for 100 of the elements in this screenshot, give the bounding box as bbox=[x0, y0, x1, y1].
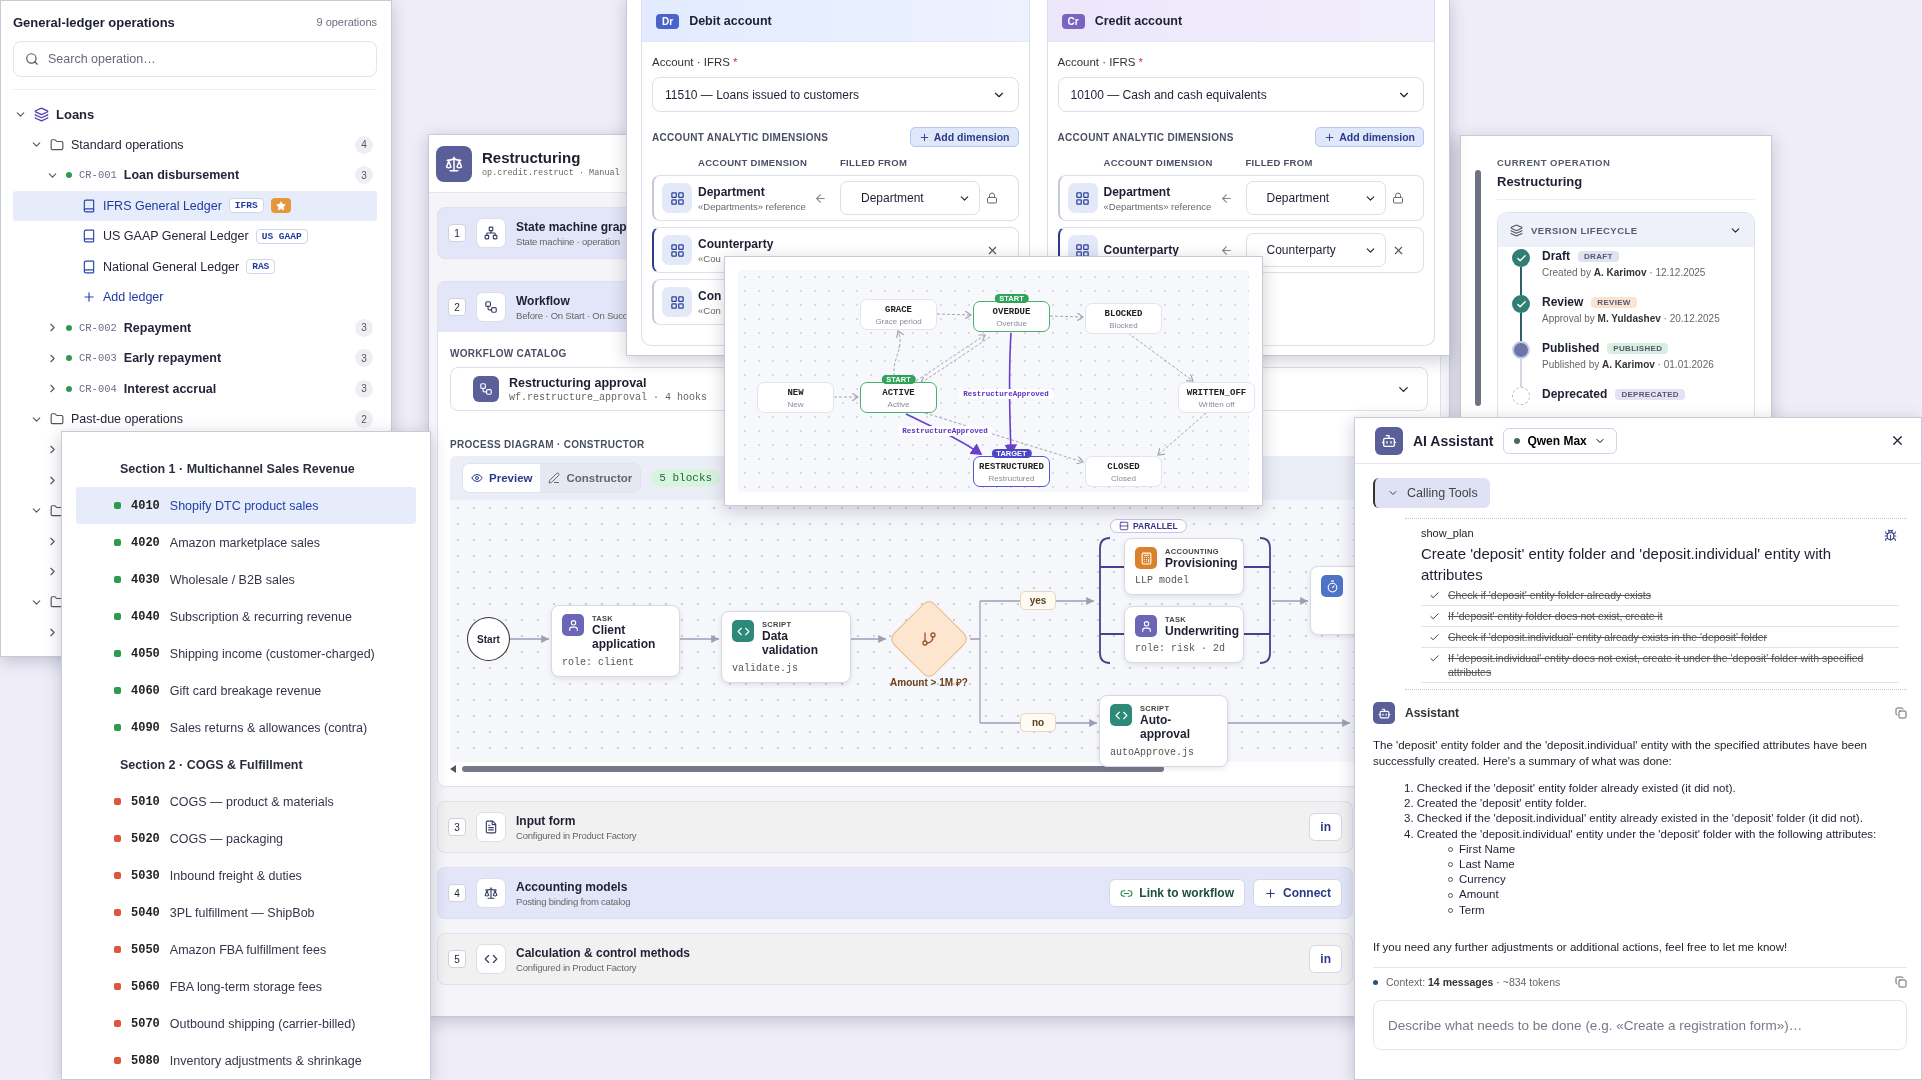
version-title: Draft bbox=[1542, 249, 1570, 263]
section-heading: Section 1 · Multichannel Sales Revenue bbox=[119, 460, 356, 478]
count-badge: 3 bbox=[355, 166, 373, 185]
section-label: PROCESS DIAGRAM · CONSTRUCTOR bbox=[450, 439, 645, 450]
count-badge: 3 bbox=[355, 318, 373, 337]
count-badge: 3 bbox=[355, 349, 373, 368]
dimension-source: «Departments» reference bbox=[698, 200, 806, 212]
operation-name: Restructuring bbox=[1497, 174, 1584, 189]
summary-item: 4. Created the 'deposit.individual' entity under the 'deposit' folder with the following attributes: bbox=[1403, 826, 1878, 842]
panel-title: Restructuring bbox=[482, 149, 582, 166]
plan-item: If 'deposit.individual' entity does not exist, create it under the 'deposit' folder with specified attributes bbox=[1421, 648, 1899, 683]
step-description: Configured in Product Factory bbox=[516, 961, 638, 973]
step-title: Input form bbox=[516, 813, 577, 828]
required-mark: * bbox=[732, 56, 738, 70]
operation-id: op.credit.restruct · Manual bbox=[482, 168, 620, 178]
dimension-source: «Con bbox=[698, 304, 721, 316]
plan-item: Check if 'deposit' entity folder already exists bbox=[1421, 585, 1899, 606]
panel-title: General-ledger operations bbox=[13, 14, 175, 30]
message-author: Assistant bbox=[1405, 706, 1460, 720]
window-title: AI Assistant bbox=[1413, 432, 1494, 449]
version-title: Deprecated bbox=[1542, 387, 1608, 401]
summary-item: 2. Created the 'deposit' entity folder. bbox=[1403, 796, 1588, 812]
plan-item: If 'deposit' entity folder does not exist, create it bbox=[1421, 606, 1899, 627]
step-number: 4 bbox=[448, 884, 466, 902]
version-tag: DEPRECATED bbox=[1615, 388, 1685, 400]
dimension-source: «Departments» reference bbox=[1103, 200, 1212, 212]
message-text: The 'deposit' entity folder and the 'deposit.individual' entity with the specified attributes have been successfully created. Here's a summary of what was done: bbox=[1373, 738, 1868, 769]
card-title: Debit account bbox=[689, 14, 772, 28]
count-badge: 4 bbox=[355, 135, 373, 154]
standard-tag: RAS bbox=[246, 259, 276, 275]
operation-code: CR-003 bbox=[79, 352, 117, 365]
version-tag: REVIEW bbox=[1591, 296, 1637, 308]
attribute-item: Last Name bbox=[1459, 857, 1515, 872]
operation-code: CR-004 bbox=[79, 382, 117, 395]
tool-name: show_plan bbox=[1421, 527, 1474, 539]
plan-title: Create 'deposit' entity folder and 'deposit.individual' entity with attributes bbox=[1421, 544, 1833, 585]
column-header: FILLED FROM bbox=[1245, 156, 1314, 168]
standard-tag: US GAAP bbox=[255, 228, 308, 244]
attribute-item: First Name bbox=[1459, 841, 1516, 857]
section-label: CURRENT OPERATION bbox=[1497, 157, 1612, 168]
step-description: Configured in Product Factory bbox=[516, 829, 637, 841]
state-node: CLOSED Closed bbox=[1085, 456, 1162, 487]
block-count: 5 blocks bbox=[651, 469, 721, 487]
plan-item: Check if 'deposit.individual' entity already exists in the 'deposit' folder bbox=[1421, 627, 1899, 648]
state-node: NEW New bbox=[757, 382, 834, 413]
section-label: ACCOUNT ANALYTIC DIMENSIONS bbox=[1057, 131, 1234, 143]
attribute-item: Term bbox=[1459, 902, 1485, 918]
required-mark: * bbox=[1138, 56, 1143, 70]
decision-label: Amount > 1M ₽? bbox=[890, 676, 968, 689]
operation-code: CR-001 bbox=[79, 169, 117, 182]
step-description: Before · On Start · On Succ bbox=[516, 309, 628, 321]
field-label: Account · IFRS bbox=[1057, 56, 1136, 70]
branch-label: yes bbox=[1020, 591, 1056, 610]
step-number: 2 bbox=[448, 298, 466, 316]
version-title: Published bbox=[1542, 341, 1600, 355]
state-node: GRACE Grace period bbox=[860, 299, 937, 330]
message-text: If you need any further adjustments or additional actions, feel free to let me know! bbox=[1373, 939, 1789, 955]
operation-code: CR-002 bbox=[79, 321, 117, 334]
dimension-name: Department bbox=[698, 184, 765, 199]
section-label: ACCOUNT ANALYTIC DIMENSIONS bbox=[652, 131, 829, 143]
summary-item: 3. Checked if the 'deposit.individual' entity already existed in the 'deposit' folder (it did not). bbox=[1403, 811, 1864, 827]
start-node: Start bbox=[467, 617, 510, 661]
version-meta: Created by A. Karimov · 12.12.2025 bbox=[1542, 267, 1707, 278]
card-title: Credit account bbox=[1094, 14, 1183, 28]
column-header: FILLED FROM bbox=[840, 156, 909, 168]
attribute-item: Amount bbox=[1459, 887, 1499, 903]
step-number: 3 bbox=[448, 818, 466, 836]
attribute-item: Currency bbox=[1459, 872, 1506, 888]
step-title: State machine grap bbox=[516, 219, 627, 234]
context-info: Context: 14 messages · ~834 tokens bbox=[1386, 976, 1561, 989]
operation-count: 9 operations bbox=[316, 16, 377, 28]
account-type-badge: Cr bbox=[1061, 13, 1085, 29]
version-meta: Approval by M. Yuldashev · 20.12.2025 bbox=[1542, 313, 1721, 324]
branch-label: no bbox=[1020, 713, 1056, 732]
step-number: 5 bbox=[448, 950, 466, 968]
parallel-tag: PARALLEL bbox=[1110, 519, 1187, 533]
summary-item: 1. Checked if the 'deposit' entity folder already existed (it did not). bbox=[1403, 781, 1737, 796]
version-title: Review bbox=[1542, 295, 1584, 309]
count-badge: 2 bbox=[355, 410, 373, 429]
section-label: WORKFLOW CATALOG bbox=[450, 348, 567, 359]
version-meta: Published by A. Karimov · 01.01.2026 bbox=[1542, 359, 1715, 370]
dimension-name: Counterparty bbox=[1103, 243, 1179, 257]
section-heading: Section 2 · COGS & Fulfillment bbox=[119, 756, 304, 774]
count-badge: 3 bbox=[355, 379, 373, 398]
dimension-name: Con bbox=[698, 288, 722, 303]
state-node: WRITTEN_OFF Written off bbox=[1178, 382, 1255, 413]
step-title: Workflow bbox=[516, 293, 571, 308]
version-tag: DRAFT bbox=[1578, 250, 1619, 262]
standard-tag: IFRS bbox=[228, 198, 264, 214]
dimension-name: Department bbox=[1103, 184, 1171, 199]
state-node: BLOCKED Blocked bbox=[1085, 303, 1162, 334]
step-title: Accounting models bbox=[516, 879, 629, 894]
step-description: Posting binding from catalog bbox=[516, 895, 631, 907]
column-header: ACCOUNT DIMENSION bbox=[698, 156, 809, 168]
account-type-badge: Dr bbox=[656, 13, 680, 29]
dimension-name: Counterparty bbox=[698, 236, 774, 251]
column-header: ACCOUNT DIMENSION bbox=[1103, 156, 1214, 168]
field-label: Account · IFRS bbox=[652, 56, 730, 70]
step-description: State machine · operation bbox=[516, 235, 621, 247]
dimension-source: «Cou bbox=[698, 252, 721, 264]
